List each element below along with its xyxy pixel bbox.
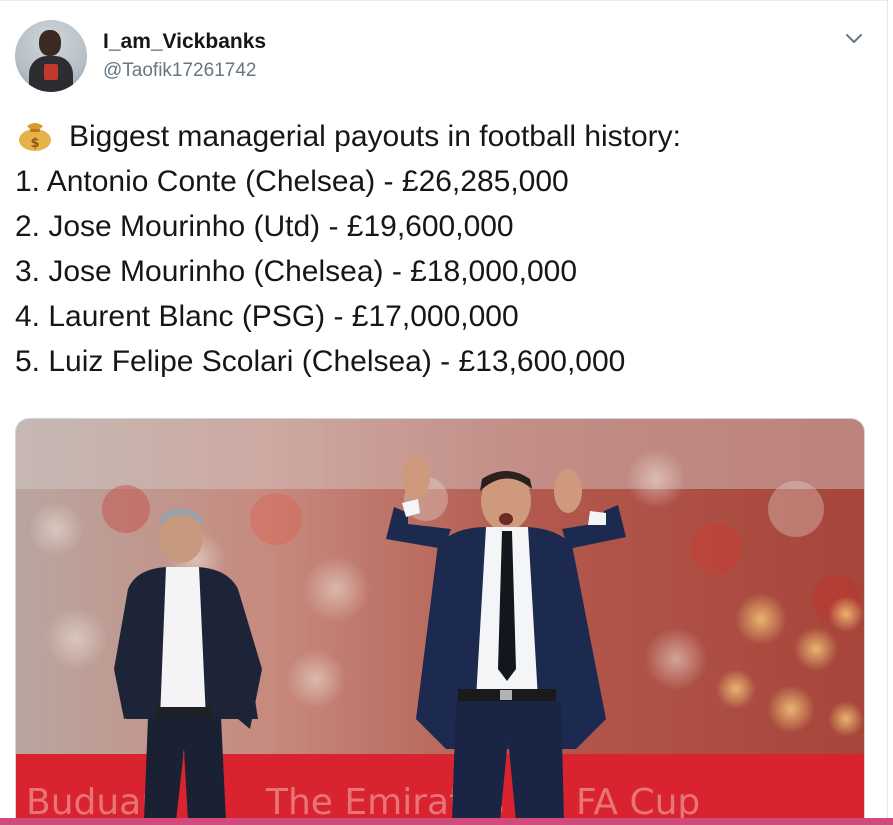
payout-list-item: 4. Laurent Blanc (PSG) - £17,000,000 bbox=[15, 300, 519, 333]
chevron-down-icon bbox=[846, 34, 862, 43]
payout-list-item: 2. Jose Mourinho (Utd) - £19,600,000 bbox=[15, 210, 514, 243]
payout-list-item: 3. Jose Mourinho (Chelsea) - £18,000,000 bbox=[15, 255, 578, 288]
tweet-headline-line: $ Biggest managerial payouts in football… bbox=[15, 114, 875, 159]
more-options-button[interactable] bbox=[842, 29, 866, 49]
svg-text:Buduar: Buduar bbox=[26, 782, 156, 820]
bottom-accent-bar bbox=[0, 818, 893, 825]
svg-text:$: $ bbox=[30, 136, 39, 151]
avatar-head bbox=[39, 30, 61, 56]
managers-photo: Buduar The Emirates FA Cup bbox=[16, 419, 864, 820]
avatar-shirt-print bbox=[44, 64, 58, 80]
avatar[interactable] bbox=[15, 20, 87, 92]
money-bag-icon: $ bbox=[19, 123, 51, 151]
tweet-headline: Biggest managerial payouts in football h… bbox=[69, 120, 682, 153]
payout-list-item: 1. Antonio Conte (Chelsea) - £26,285,000 bbox=[15, 165, 569, 198]
tweet-card: I_am_Vickbanks @Taofik17261742 $ Biggest… bbox=[0, 0, 888, 825]
payout-list-item: 5. Luiz Felipe Scolari (Chelsea) - £13,6… bbox=[15, 345, 626, 378]
tweet-photo[interactable]: Buduar The Emirates FA Cup bbox=[15, 418, 865, 820]
tweet-text: $ Biggest managerial payouts in football… bbox=[15, 114, 875, 384]
user-info[interactable]: I_am_Vickbanks @Taofik17261742 bbox=[103, 29, 266, 84]
user-handle[interactable]: @Taofik17261742 bbox=[103, 58, 266, 84]
svg-text:FA Cup: FA Cup bbox=[576, 782, 700, 820]
display-name[interactable]: I_am_Vickbanks bbox=[103, 29, 266, 55]
